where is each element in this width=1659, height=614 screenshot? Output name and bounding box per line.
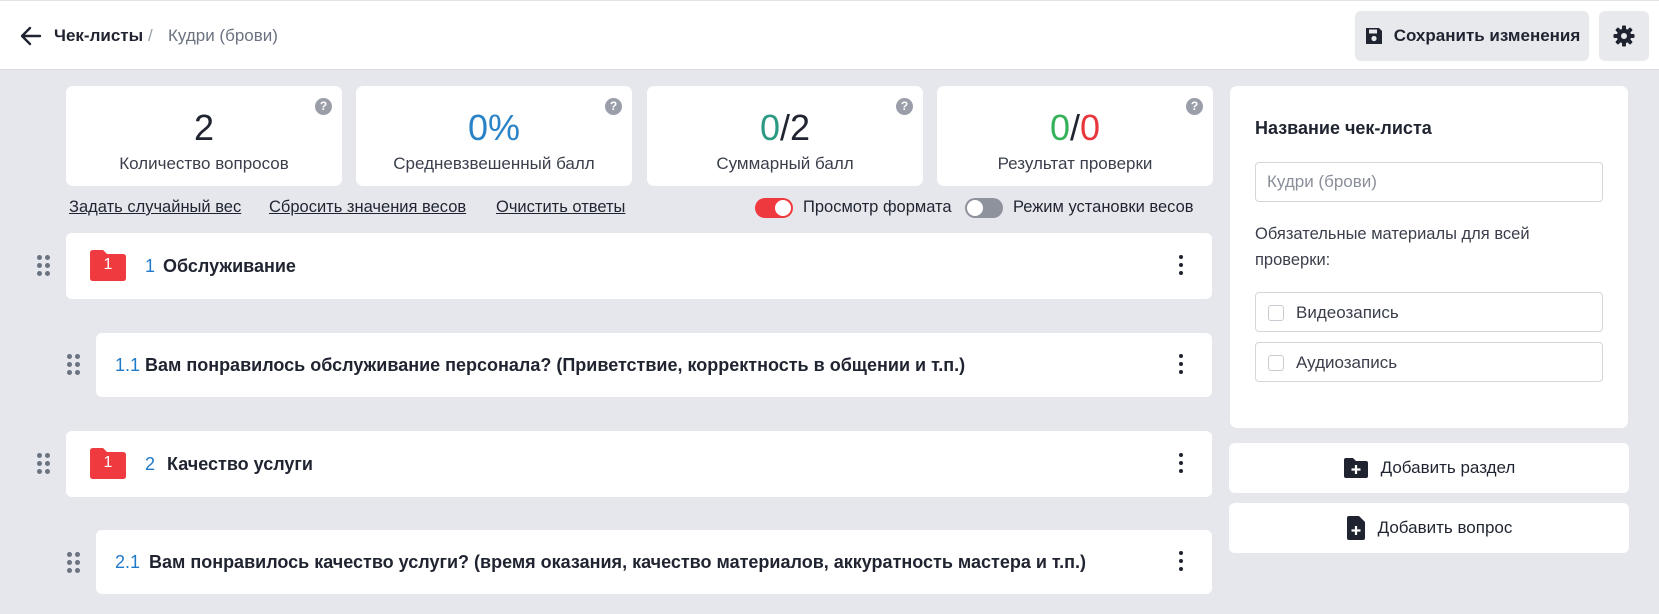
clear-answers-link[interactable]: Очистить ответы xyxy=(496,198,625,217)
kebab-menu-icon[interactable] xyxy=(1174,255,1188,277)
question-number: 2.1 xyxy=(115,552,141,572)
folder-plus-icon xyxy=(1343,458,1368,478)
video-checkbox[interactable] xyxy=(1268,305,1284,321)
drag-handle-icon[interactable] xyxy=(67,354,81,376)
stat-value-separator: / xyxy=(1069,107,1080,148)
stat-value-failed: 0 xyxy=(1080,107,1101,148)
drag-handle-icon[interactable] xyxy=(37,453,51,475)
section-badge: 1 xyxy=(103,256,113,273)
section-row[interactable]: 1 1 Обслуживание xyxy=(66,233,1212,299)
question-row[interactable]: 1.1 Вам понравилось обслуживание персона… xyxy=(96,333,1212,397)
stat-questions-count: ? 2 Количество вопросов xyxy=(66,86,342,186)
stat-label: Количество вопросов xyxy=(119,154,289,173)
audio-checkbox[interactable] xyxy=(1268,355,1284,371)
stat-value-passed: 0 xyxy=(1049,107,1070,148)
breadcrumb-separator: / xyxy=(148,26,153,45)
kebab-menu-icon[interactable] xyxy=(1174,551,1188,573)
stat-value-achieved: 0 xyxy=(759,107,780,148)
stat-total-score: ? 0/2 Суммарный балл xyxy=(647,86,923,186)
stat-label: Результат проверки xyxy=(997,154,1153,173)
question-row[interactable]: 2.1 Вам понравилось качество услуги? (вр… xyxy=(96,530,1212,594)
back-arrow-icon[interactable] xyxy=(18,23,44,49)
section-title: Обслуживание xyxy=(163,256,296,276)
video-checkbox-row[interactable]: Видеозапись xyxy=(1255,292,1603,332)
audio-checkbox-row[interactable]: Аудиозапись xyxy=(1255,342,1603,382)
add-question-button[interactable]: Добавить вопрос xyxy=(1229,503,1629,553)
kebab-menu-icon[interactable] xyxy=(1174,354,1188,376)
add-section-label: Добавить раздел xyxy=(1380,458,1516,477)
stat-label: Средневзвешенный балл xyxy=(393,154,595,173)
section-title: Качество услуги xyxy=(167,454,313,474)
add-question-label: Добавить вопрос xyxy=(1377,518,1513,537)
breadcrumb-checklists[interactable]: Чек-листы xyxy=(54,26,143,46)
stat-value-separator: / xyxy=(779,107,790,148)
stat-value-max: 2 xyxy=(790,107,811,148)
stat-weighted-score: ? 0% Средневзвешенный балл xyxy=(356,86,632,186)
breadcrumb-current: Кудри (брови) xyxy=(168,26,278,45)
weight-mode-label: Режим установки весов xyxy=(1013,198,1194,216)
save-changes-button[interactable]: Сохранить изменения xyxy=(1355,11,1589,61)
question-title: Вам понравилось качество услуги? (время … xyxy=(149,552,1087,572)
stat-value: 2 xyxy=(193,107,215,148)
section-number: 1 xyxy=(145,256,156,276)
kebab-menu-icon[interactable] xyxy=(1174,453,1188,475)
panel-title: Название чек-листа xyxy=(1255,118,1432,138)
format-preview-toggle[interactable] xyxy=(755,198,793,218)
stat-value: 0% xyxy=(467,107,521,148)
drag-handle-icon[interactable] xyxy=(67,552,81,574)
section-number: 2 xyxy=(145,454,156,474)
folder-icon: 1 xyxy=(88,249,128,281)
question-number: 1.1 xyxy=(115,355,141,375)
section-badge: 1 xyxy=(103,454,113,471)
stat-check-result: ? 0/0 Результат проверки xyxy=(937,86,1213,186)
section-row[interactable]: 1 2 Качество услуги xyxy=(66,431,1212,497)
reset-weights-link[interactable]: Сбросить значения весов xyxy=(269,198,466,217)
drag-handle-icon[interactable] xyxy=(37,255,51,277)
top-bar: Чек-листы / Кудри (брови) Сохранить изме… xyxy=(0,0,1659,70)
folder-icon: 1 xyxy=(88,447,128,479)
audio-label: Аудиозапись xyxy=(1296,353,1398,372)
stat-value: 0/0 xyxy=(937,108,1213,148)
checklist-settings-panel: Название чек-листа Обязательные материал… xyxy=(1230,86,1628,428)
settings-button[interactable] xyxy=(1599,11,1649,61)
materials-note: Обязательные материалы для всей проверки… xyxy=(1255,225,1530,269)
save-changes-label: Сохранить изменения xyxy=(1393,26,1581,45)
question-title: Вам понравилось обслуживание персонала? … xyxy=(145,355,966,375)
format-preview-label: Просмотр формата xyxy=(803,198,952,216)
stat-label: Суммарный балл xyxy=(716,154,854,173)
stat-value: 0/2 xyxy=(647,108,923,148)
save-disk-icon xyxy=(1365,28,1382,44)
file-plus-icon xyxy=(1346,516,1365,540)
gear-icon xyxy=(1613,25,1635,47)
checklist-name-input[interactable] xyxy=(1255,162,1603,202)
add-section-button[interactable]: Добавить раздел xyxy=(1229,443,1629,493)
set-random-weight-link[interactable]: Задать случайный вес xyxy=(69,198,241,217)
weight-mode-toggle[interactable] xyxy=(965,198,1003,218)
video-label: Видеозапись xyxy=(1296,303,1399,322)
